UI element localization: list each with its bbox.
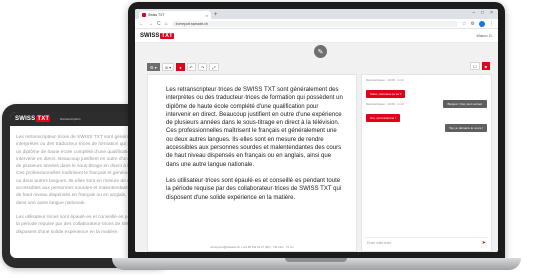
- address-bar[interactable]: livereport.swisstxt.ch: [171, 20, 459, 27]
- back-icon[interactable]: ←: [139, 21, 144, 27]
- transcript-paragraph-2: Les utilisateur·trices sont épaulé·es et…: [166, 177, 342, 201]
- tab-close-icon[interactable]: ×: [206, 13, 208, 18]
- chat-meta: Retranscripteur · 10:08 · 1 min: [366, 78, 404, 82]
- extensions-icon[interactable]: ⚙: [471, 21, 475, 27]
- bookmark-star-icon[interactable]: ☆: [462, 21, 466, 27]
- chat-message: Top, je démarre le cours !: [445, 116, 487, 134]
- close-window-icon[interactable]: ×: [490, 10, 493, 16]
- reload-icon[interactable]: C: [157, 21, 161, 27]
- app-header: SWISS TXT Marco G.: [135, 29, 498, 43]
- browser-actions: ☆ ⚙ ⋮: [462, 20, 494, 27]
- chat-meta: Retranscripteur · 10:09 · 1 min: [366, 102, 404, 106]
- send-icon[interactable]: ➤: [482, 240, 486, 246]
- chat-toolbar: ☐ ■: [469, 62, 490, 70]
- app-body: ✎ ⚙ ▾ ⊘ ▾ ● ↶ ↷ ⤢ ☐ ■ Les retranscripteu…: [135, 43, 498, 252]
- browser-tab[interactable]: Swiss TXT ×: [139, 11, 211, 19]
- editor-toolbar: ⚙ ▾ ⊘ ▾ ● ↶ ↷ ⤢: [147, 62, 219, 72]
- laptop-device: Swiss TXT × + – □ × ← → C ⌂ livereport.s…: [128, 2, 505, 260]
- app-logo-main: SWISS: [140, 32, 160, 39]
- tablet-logo-main: SWISS: [15, 116, 36, 122]
- app-logo[interactable]: SWISS TXT: [140, 32, 174, 39]
- maximize-icon[interactable]: □: [481, 10, 484, 16]
- tablet-logo[interactable]: SWISS TXT: [15, 116, 51, 122]
- tab-title: Swiss TXT: [148, 13, 165, 17]
- url-text: livereport.swisstxt.ch: [175, 21, 208, 26]
- chat-message: Retranscripteur · 10:08 · 1 min Salut, c…: [366, 78, 406, 100]
- laptop-screen: Swiss TXT × + – □ × ← → C ⌂ livereport.s…: [135, 9, 498, 252]
- profile-avatar[interactable]: [479, 20, 485, 27]
- laptop-notch: [285, 258, 347, 262]
- chat-window-button[interactable]: ☐: [469, 62, 480, 70]
- transcript-editor[interactable]: Les retranscripteur·trices de SWISS TXT …: [147, 74, 357, 252]
- chat-bubble: Top, je démarre le cours !: [445, 124, 487, 132]
- new-tab-icon[interactable]: +: [214, 11, 218, 19]
- tablet-nav-label[interactable]: Retranscription: [60, 117, 80, 121]
- editor-status-bar: All support@swisstxt.ch | +41 58 134 61 …: [210, 245, 294, 249]
- chat-stop-button[interactable]: ■: [481, 62, 490, 70]
- record-button[interactable]: ●: [176, 63, 185, 71]
- transcript-paragraph-1: Les retranscripteur·trices de SWISS TXT …: [166, 87, 343, 168]
- filter-dropdown-button[interactable]: ⊘ ▾: [161, 63, 175, 71]
- edit-settings-icon[interactable]: ✎: [314, 45, 327, 58]
- minimize-icon[interactable]: –: [472, 10, 475, 16]
- undo-button[interactable]: ↶: [186, 63, 196, 71]
- chat-bubble: Bonjour ! Oui, tout va bien.: [443, 100, 487, 108]
- browser-menu-icon[interactable]: ⋮: [489, 21, 494, 27]
- chat-bubble: Oui, ça fonctionne !: [366, 114, 400, 122]
- tab-favicon-icon: [142, 13, 146, 17]
- window-controls: – □ ×: [472, 10, 493, 16]
- app-logo-badge: TXT: [160, 32, 174, 39]
- chat-input-placeholder: Écrire votre texte: [367, 240, 392, 245]
- redo-button[interactable]: ↷: [197, 63, 208, 71]
- user-name[interactable]: Marco G.: [477, 33, 493, 38]
- home-icon[interactable]: ⌂: [165, 21, 168, 27]
- chat-bubble: Salut, comment ça va ?: [366, 90, 406, 98]
- chat-input[interactable]: Écrire votre texte ➤: [365, 237, 488, 247]
- chat-panel: Retranscripteur · 10:08 · 1 min Salut, c…: [361, 74, 492, 252]
- chat-message: Bonjour ! Oui, tout va bien.: [443, 92, 487, 110]
- transcript-text[interactable]: Les retranscripteur·trices de SWISS TXT …: [148, 75, 356, 202]
- forward-icon[interactable]: →: [148, 21, 153, 27]
- browser-tab-strip: Swiss TXT × + – □ ×: [135, 9, 498, 19]
- settings-dropdown-button[interactable]: ⚙ ▾: [147, 63, 160, 71]
- browser-toolbar: ← → C ⌂ livereport.swisstxt.ch ☆ ⚙ ⋮: [135, 19, 498, 29]
- tablet-logo-badge: TXT: [36, 116, 51, 122]
- fullscreen-button[interactable]: ⤢: [209, 63, 219, 71]
- chat-message: Retranscripteur · 10:09 · 1 min Oui, ça …: [366, 102, 404, 124]
